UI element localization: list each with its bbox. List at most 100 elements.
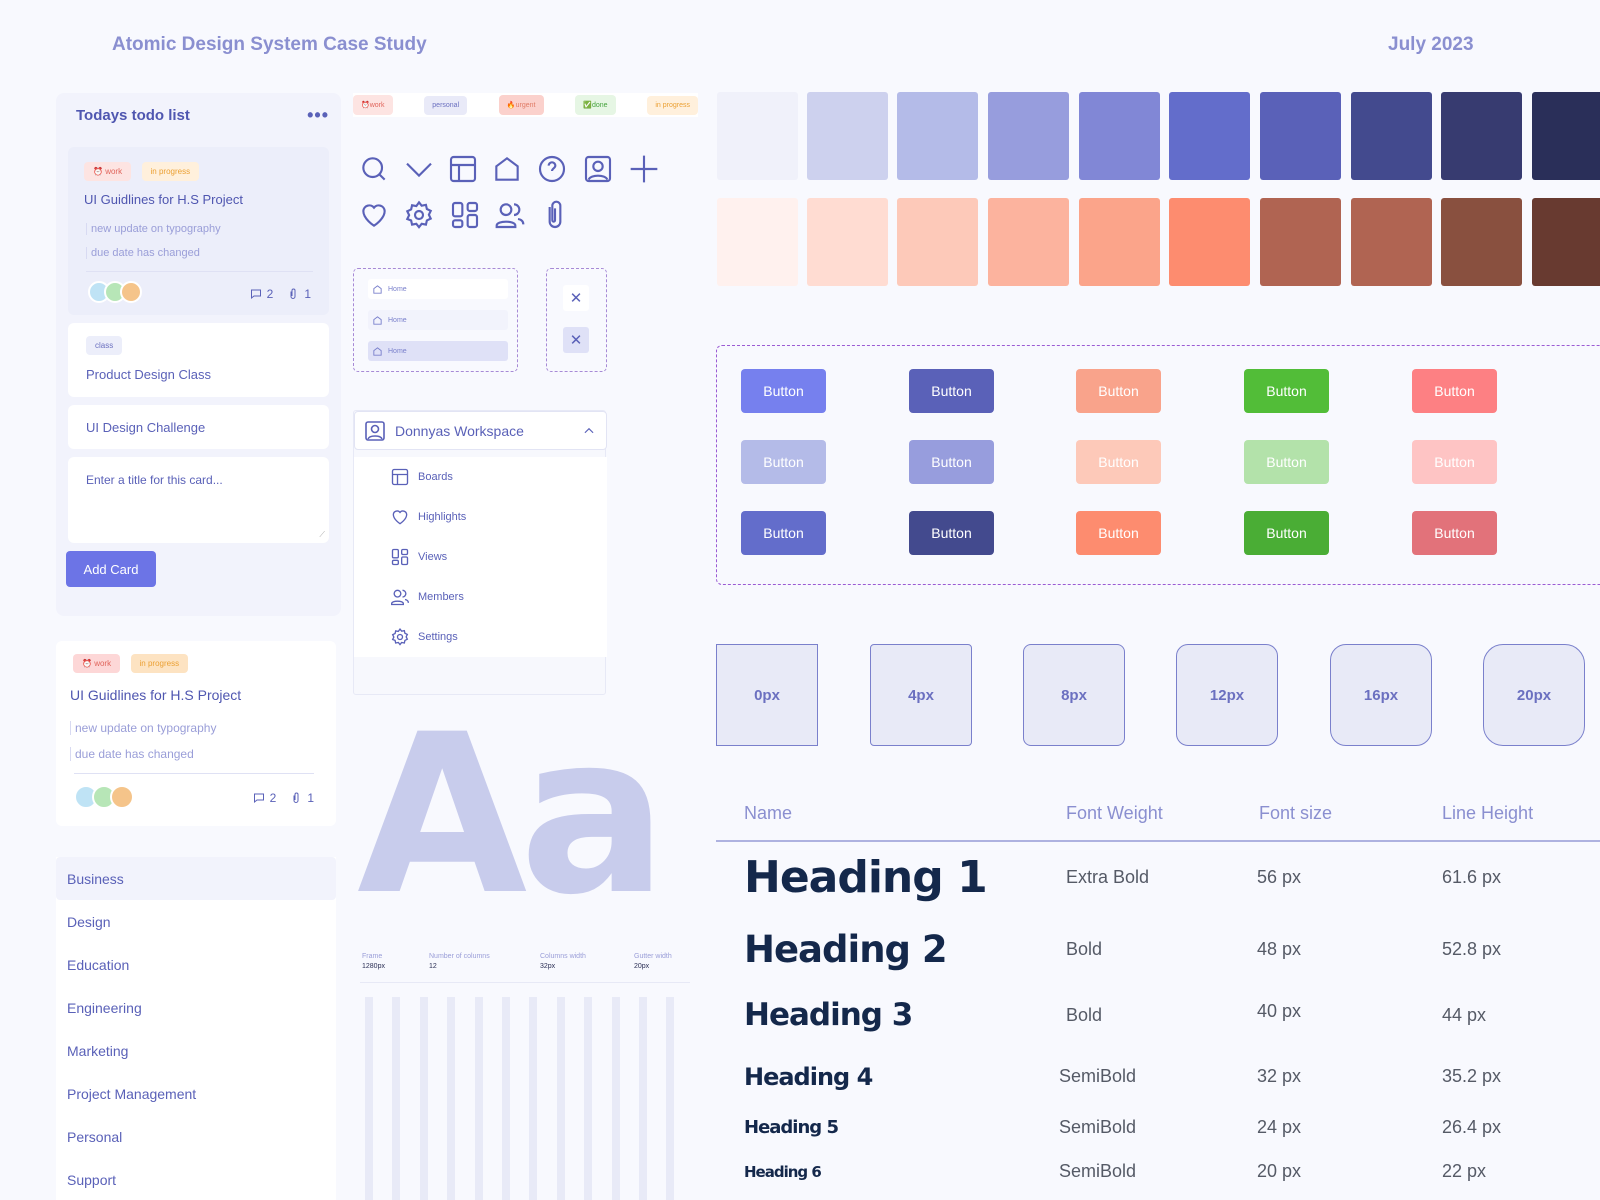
category-item[interactable]: Education <box>56 943 336 986</box>
type-table-header-size: Font size <box>1259 803 1333 823</box>
category-item[interactable]: Project Management <box>56 1072 336 1115</box>
comment-icon <box>253 793 264 804</box>
card-title: Product Design Class <box>86 367 211 382</box>
user-square-icon <box>365 420 385 441</box>
demo-button[interactable]: Button <box>741 511 826 555</box>
workspace-item-boards[interactable]: Boards <box>390 467 453 487</box>
nav-item-home-hover[interactable]: Home <box>368 310 508 330</box>
nav-item-home-active[interactable]: Home <box>368 341 508 361</box>
type-table-name: Heading 4 <box>744 1062 873 1091</box>
paperclip-icon <box>290 288 296 299</box>
color-swatch-primary <box>1351 92 1432 180</box>
nav-item-states: Home Home Home <box>353 268 518 372</box>
more-horizontal-icon[interactable]: ••• <box>307 105 329 126</box>
category-item[interactable]: Engineering <box>56 986 336 1029</box>
category-item[interactable]: Business <box>56 857 336 900</box>
attachment-count: 1 <box>287 287 311 301</box>
type-table-weight: SemiBold <box>1059 1117 1137 1137</box>
color-swatch-primary <box>1532 92 1600 180</box>
settings-icon <box>391 627 409 646</box>
type-table-weight: Bold <box>1066 939 1103 959</box>
color-swatch-primary <box>1079 92 1160 180</box>
divider <box>716 840 1600 842</box>
grid-column <box>502 997 510 1200</box>
workspace-item-views[interactable]: Views <box>390 547 447 567</box>
type-table-name: Heading 1 <box>744 851 988 903</box>
demo-button[interactable]: Button <box>1412 369 1497 413</box>
demo-button[interactable]: Button <box>1412 511 1497 555</box>
tag-work[interactable]: ⏰work <box>353 95 393 115</box>
todo-card[interactable]: UI Design Challenge <box>68 405 329 449</box>
demo-button[interactable]: Button <box>1244 511 1329 555</box>
todo-card-large[interactable]: ⏰ work in progress UI Guidlines for H.S … <box>56 641 336 826</box>
type-table-header-name: Name <box>744 803 793 823</box>
demo-button[interactable]: Button <box>741 440 826 484</box>
type-table-size: 48 px <box>1257 939 1302 959</box>
radius-sample: 12px <box>1176 644 1278 746</box>
grid-icon <box>391 548 409 566</box>
card-update-line: due date has changed <box>70 747 194 761</box>
grid-column <box>474 997 483 1200</box>
users-icon <box>494 199 526 231</box>
demo-button[interactable]: Button <box>909 511 994 555</box>
tag-urgent[interactable]: 🔥urgent <box>498 95 544 115</box>
type-table-weight: SemiBold <box>1059 1066 1137 1086</box>
grid-column <box>639 997 647 1200</box>
demo-button[interactable]: Button <box>1244 369 1329 413</box>
home-icon <box>373 346 382 356</box>
grid-column <box>556 997 565 1200</box>
color-swatch-secondary <box>807 198 888 286</box>
grid-spec: Frame 1280px Number of columns 12 Columns … <box>360 953 690 983</box>
type-table-line-height: 44 px <box>1442 1005 1487 1025</box>
user-square-icon <box>582 153 614 185</box>
grid-column <box>365 997 373 1200</box>
radius-sample: 20px <box>1483 644 1585 746</box>
demo-button[interactable]: Button <box>1076 440 1161 484</box>
category-item[interactable]: Personal <box>56 1115 336 1158</box>
tag-personal[interactable]: personal <box>424 95 468 115</box>
tag-in-progress[interactable]: in progress <box>647 95 698 115</box>
add-card-button[interactable]: Add Card <box>66 551 156 587</box>
help-circle-icon <box>536 153 568 185</box>
todo-card[interactable]: ⏰ work in progress UI Guidlines for H.S … <box>68 147 329 315</box>
demo-button[interactable]: Button <box>909 440 994 484</box>
color-swatch-secondary <box>1441 198 1522 286</box>
paperclip-icon <box>293 792 299 803</box>
todo-card[interactable]: class Product Design Class <box>68 323 329 397</box>
grid-column <box>666 997 675 1200</box>
card-update-line: due date has changed <box>86 247 200 259</box>
close-icon[interactable]: ✕ <box>563 327 589 353</box>
workspace-item-settings[interactable]: Settings <box>390 627 458 647</box>
home-icon <box>373 284 382 294</box>
demo-button[interactable]: Button <box>1076 511 1161 555</box>
category-item[interactable]: Marketing <box>56 1029 336 1072</box>
layout-icon <box>447 153 479 185</box>
workspace-item-members[interactable]: Members <box>390 587 464 607</box>
home-icon <box>373 315 382 325</box>
tag-in-progress: in progress <box>130 654 189 673</box>
type-table-name: Heading 5 <box>744 1117 839 1139</box>
demo-button[interactable]: Button <box>1412 440 1497 484</box>
demo-button[interactable]: Button <box>1076 369 1161 413</box>
chevron-up-icon <box>584 427 594 433</box>
tag-work: ⏰ work <box>84 162 132 181</box>
category-item[interactable]: Design <box>56 900 336 943</box>
type-table-line-height: 35.2 px <box>1442 1066 1502 1086</box>
nav-item-home-default[interactable]: Home <box>368 279 508 299</box>
color-swatch-secondary <box>1351 198 1432 286</box>
attachment-count: 1 <box>290 791 314 805</box>
resize-handle-icon[interactable]: ⟋ <box>319 530 325 540</box>
workspace-name: Donnyas Workspace <box>395 422 524 439</box>
demo-button[interactable]: Button <box>909 369 994 413</box>
close-icon[interactable]: ✕ <box>563 285 589 311</box>
tag-done[interactable]: ✅done <box>575 95 616 115</box>
demo-button[interactable]: Button <box>1244 440 1329 484</box>
demo-button[interactable]: Button <box>741 369 826 413</box>
category-item[interactable]: Support <box>56 1158 336 1200</box>
card-title-input[interactable]: Enter a title for this card... ⟋ <box>68 457 329 543</box>
workspace-item-highlights[interactable]: Highlights <box>390 507 466 527</box>
workspace-dropdown[interactable]: Donnyas Workspace <box>354 411 607 450</box>
color-swatch-secondary <box>897 198 978 286</box>
category-list: Business Design Education Engineering Ma… <box>56 857 336 1200</box>
card-title: UI Guidlines for H.S Project <box>70 687 242 703</box>
